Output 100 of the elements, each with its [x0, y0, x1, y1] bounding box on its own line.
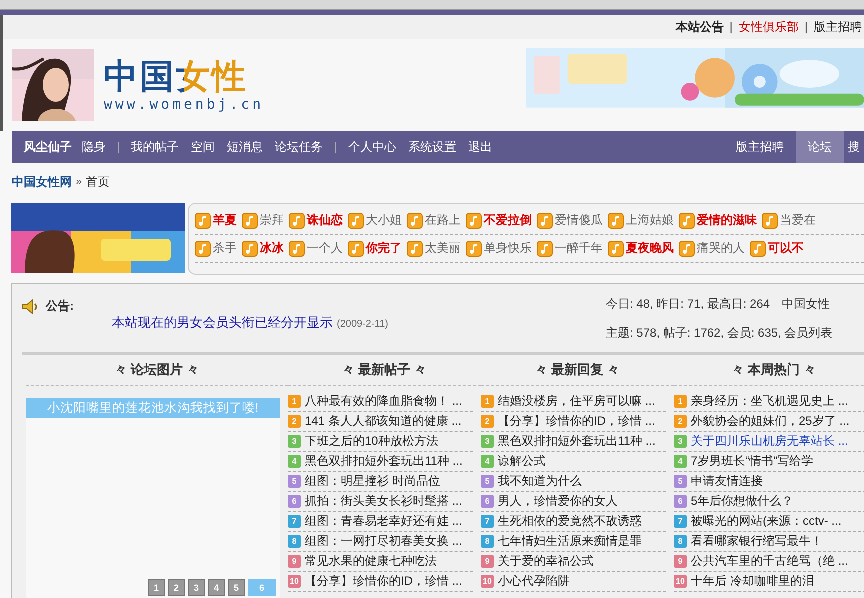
rank-badge: 9: [674, 555, 687, 568]
post-link[interactable]: 关于四川乐山机房无辜站长 ...: [691, 433, 848, 450]
nav-link[interactable]: 论坛任务: [275, 138, 324, 156]
post-link[interactable]: 看看哪家银行缩写最牛！: [691, 533, 823, 550]
rank-badge: 9: [288, 555, 301, 568]
section-heading: 々 论坛图片 々: [26, 355, 288, 386]
ringtone-link[interactable]: 一个人: [307, 240, 343, 257]
ringtone-link[interactable]: 爱情傻瓜: [555, 212, 603, 229]
rank-badge: 7: [481, 515, 494, 528]
post-link[interactable]: 组图：一网打尽初春美女换 ...: [305, 533, 462, 550]
rank-badge: 3: [674, 435, 687, 448]
music-note-icon: [679, 212, 695, 228]
rank-badge: 10: [481, 575, 494, 588]
post-link[interactable]: 亲身经历：坐飞机遇见史上 ...: [691, 393, 848, 410]
music-note-icon: [407, 240, 423, 256]
music-note-icon: [195, 240, 211, 256]
post-link[interactable]: 组图：明星撞衫 时尚品位: [305, 473, 440, 490]
ringtone-link[interactable]: 太美丽: [425, 240, 461, 257]
post-link[interactable]: 5年后你想做什么？: [691, 493, 794, 510]
notice-link[interactable]: 本站现在的男女会员头衔已经分开显示: [112, 315, 333, 330]
post-link[interactable]: 生死相依的爱竟然不敌诱惑: [498, 513, 642, 530]
music-note-icon: [762, 212, 778, 228]
rank-badge: 8: [674, 535, 687, 548]
user-name[interactable]: 风尘仙子: [24, 138, 72, 156]
post-link[interactable]: 外貌协会的姐妹们，25岁了 ...: [691, 413, 850, 430]
music-note-icon: [242, 240, 258, 256]
post-link[interactable]: 黑色双排扣短外套玩出11种 ...: [305, 453, 463, 470]
ringtone-link[interactable]: 单身快乐: [484, 240, 532, 257]
music-note-icon: [289, 212, 305, 228]
forum-stats: 今日: 48, 昨日: 71, 最高日: 264: [606, 296, 770, 313]
music-note-icon: [348, 240, 364, 256]
ringtone-link[interactable]: 一醉千年: [555, 240, 603, 257]
ringtone-link[interactable]: 羊夏: [213, 212, 237, 229]
nav-link[interactable]: 我的帖子: [131, 138, 180, 156]
nav-link[interactable]: 隐身: [82, 138, 106, 156]
nav-tab[interactable]: 版主招聘: [724, 131, 796, 163]
rank-badge: 2: [674, 415, 687, 428]
ringtone-link[interactable]: 爱情的滋味: [697, 212, 757, 229]
ringtone-link[interactable]: 不爱拉倒: [484, 212, 532, 229]
top-link[interactable]: 本站公告: [676, 18, 724, 36]
link-separator: |: [804, 20, 808, 34]
music-note-icon: [348, 212, 364, 228]
post-link[interactable]: 公共汽车里的千古绝骂（绝 ...: [691, 553, 848, 570]
nav-link[interactable]: 系统设置: [408, 138, 456, 156]
music-note-icon: [242, 212, 258, 228]
ringtone-link[interactable]: 大小姐: [366, 212, 402, 229]
rank-badge: 10: [288, 575, 301, 588]
top-link[interactable]: 女性俱乐部: [738, 18, 799, 36]
music-note-icon: [679, 240, 695, 256]
post-link[interactable]: 被曝光的网站(来源：cctv- ...: [691, 513, 842, 530]
top-link[interactable]: 版主招聘: [814, 18, 862, 36]
rank-badge: 2: [481, 415, 494, 428]
post-link[interactable]: 我不知道为什么: [498, 473, 582, 490]
post-link[interactable]: 7岁男班长“情书”写给学: [691, 453, 814, 470]
section-heading: 々 本周热门 々: [674, 355, 864, 386]
ringtone-link[interactable]: 你完了: [366, 240, 402, 257]
notice-date: (2009-2-11): [337, 319, 389, 330]
post-link[interactable]: 结婚没楼房，住平房可以嘛 ...: [498, 393, 656, 410]
post-link[interactable]: 【分享】珍惜你的ID，珍惜 ...: [498, 413, 656, 430]
breadcrumb-link[interactable]: 中国女性网: [12, 174, 72, 190]
nav-link[interactable]: 空间: [191, 138, 216, 156]
post-link[interactable]: 小心代孕陷阱: [498, 573, 570, 590]
post-link[interactable]: 常见水果的健康七种吃法: [305, 553, 437, 570]
post-link[interactable]: 组图：青春易老幸好还有娃 ...: [305, 513, 462, 530]
ringtone-link[interactable]: 夏夜晚风: [626, 240, 674, 257]
ringtone-link[interactable]: 在路上: [425, 212, 461, 229]
music-note-icon: [608, 212, 624, 228]
post-link[interactable]: 抓拍：街头美女长衫时髦搭 ...: [305, 493, 462, 510]
post-link[interactable]: 八种最有效的降血脂食物！ ...: [305, 393, 462, 410]
post-link[interactable]: 下班之后的10种放松方法: [305, 433, 438, 450]
post-link[interactable]: 男人，珍惜爱你的女人: [498, 493, 618, 510]
nav-link[interactable]: 个人中心: [348, 138, 396, 156]
ringtone-link[interactable]: 痛哭的人: [697, 240, 745, 257]
post-link[interactable]: 谅解公式: [498, 453, 546, 470]
nav-separator: |: [334, 140, 338, 154]
music-note-icon: [466, 212, 482, 228]
ringtone-link[interactable]: 上海姑娘: [626, 212, 674, 229]
ringtone-link[interactable]: 崇拜: [260, 212, 284, 229]
post-link[interactable]: 关于爱的幸福公式: [498, 553, 594, 570]
post-link[interactable]: 申请友情连接: [691, 473, 763, 490]
ringtone-link[interactable]: 可以不: [768, 240, 804, 257]
link-separator: |: [730, 20, 733, 34]
music-note-icon: [608, 240, 624, 256]
post-link[interactable]: 【分享】珍惜你的ID，珍惜 ...: [305, 573, 462, 590]
music-note-icon: [537, 212, 553, 228]
ringtone-link[interactable]: 诛仙恋: [307, 212, 343, 229]
ringtone-link[interactable]: 冰冰: [260, 240, 284, 257]
nav-link[interactable]: 短消息: [227, 138, 264, 156]
ringtone-link[interactable]: 杀手: [213, 240, 237, 257]
rank-badge: 6: [288, 495, 301, 508]
post-link[interactable]: 141 条人人都该知道的健康 ...: [305, 413, 462, 430]
ringtone-link[interactable]: 当爱在: [780, 212, 816, 229]
breadcrumb-separator: »: [76, 176, 82, 188]
nav-tab[interactable]: 搜: [844, 131, 864, 163]
nav-link[interactable]: 退出: [468, 138, 492, 156]
post-link[interactable]: 七年情妇生活原来痴情是罪: [498, 533, 642, 550]
rank-badge: 7: [674, 515, 687, 528]
nav-separator: |: [117, 140, 120, 154]
post-link[interactable]: 黑色双排扣短外套玩出11种 ...: [498, 433, 656, 450]
post-link[interactable]: 十年后 冷却咖啡里的泪: [691, 573, 814, 590]
